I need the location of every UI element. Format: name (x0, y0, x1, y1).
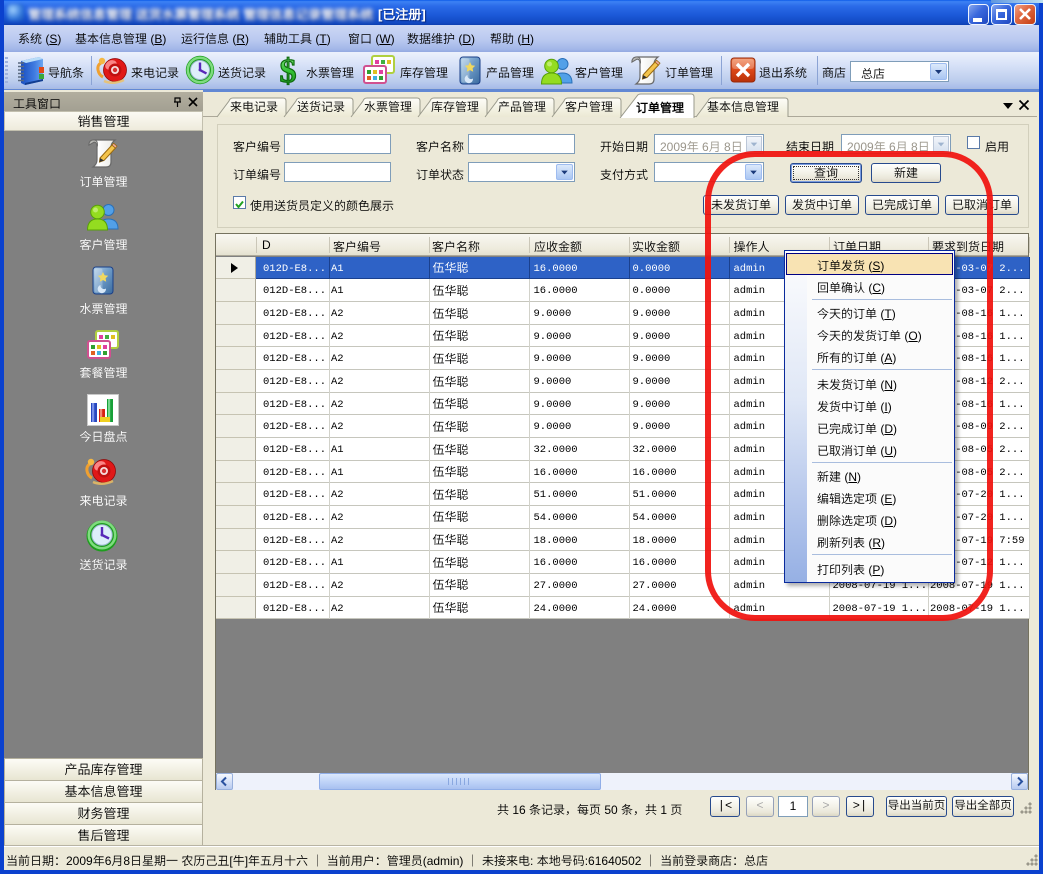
svg-text:$: $ (280, 54, 297, 87)
